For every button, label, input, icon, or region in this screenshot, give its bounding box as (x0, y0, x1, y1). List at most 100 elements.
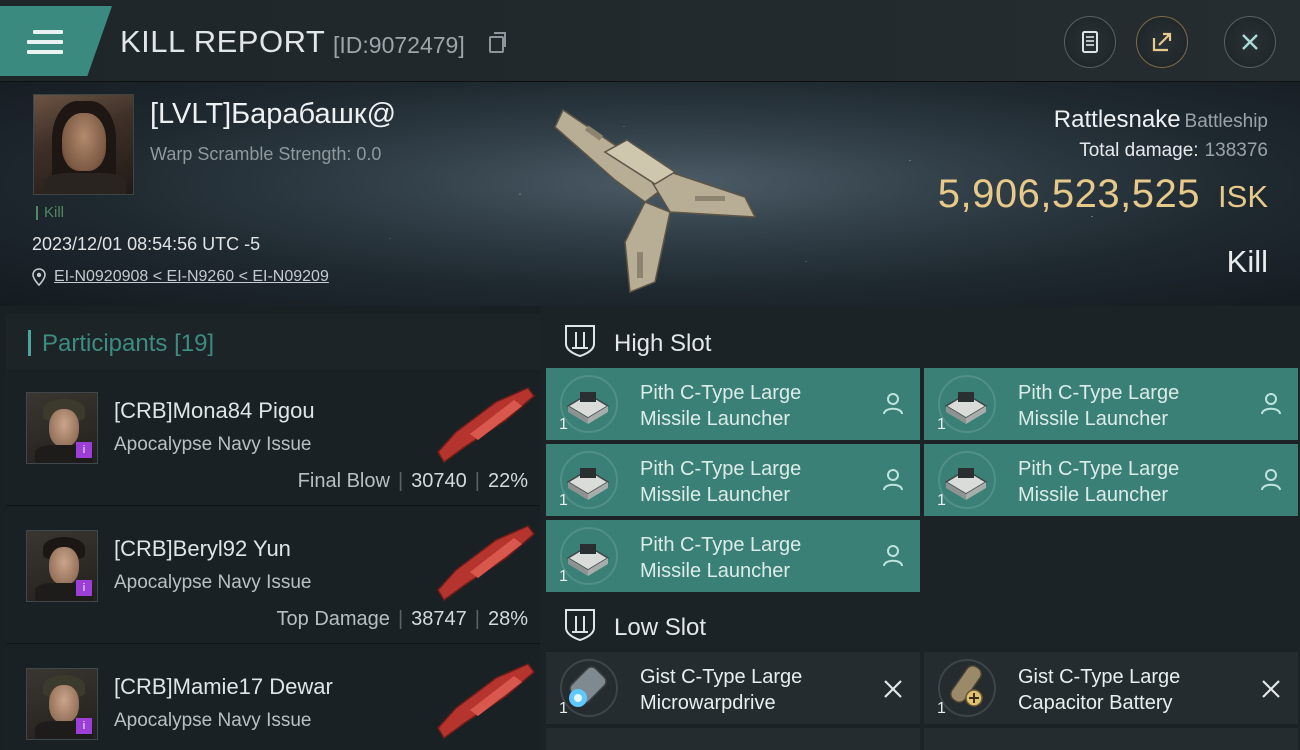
missile-launcher-icon (566, 392, 610, 424)
location-link[interactable]: EI-N0920908 < EI-N9260 < EI-N09209 (32, 268, 329, 286)
microwarpdrive-icon (569, 666, 607, 707)
copy-icon[interactable] (489, 32, 506, 53)
isk-currency: ISK (1218, 179, 1268, 214)
participant-card[interactable]: i [CRB]Mamie17 Dewar Apocalypse Navy Iss… (6, 648, 540, 750)
victim-name[interactable]: [LVLT]Барабашк@ (150, 98, 396, 131)
dropped-person-icon (883, 469, 903, 491)
victim-ship[interactable]: Rattlesnake Battleship (1054, 106, 1268, 134)
module-quantity: 1 (559, 700, 568, 717)
close-icon (1242, 34, 1258, 50)
participant-ship: Apocalypse Navy Issue (114, 572, 312, 593)
participants-label: Participants (42, 330, 168, 357)
participant-name: [CRB]Beryl92 Yun (114, 536, 291, 561)
warp-scramble-strength: Warp Scramble Strength: 0.0 (150, 144, 382, 164)
module-name: Gist C-Type Large Microwarpdrive (640, 666, 803, 714)
missile-launcher-icon (566, 468, 610, 500)
total-damage-value: 138376 (1204, 140, 1268, 161)
participants-header: Participants [19] (6, 314, 540, 370)
low-slot-header: Low Slot (546, 594, 1300, 652)
info-badge-icon: i (76, 580, 92, 596)
module-name: Pith C-Type Large Missile Launcher (640, 382, 802, 430)
module-slot[interactable]: 1 Pith C-Type Large Missile Launcher (924, 444, 1298, 516)
participant-percent: 28% (487, 608, 528, 630)
participant-card[interactable]: i [CRB]Beryl92 Yun Apocalypse Navy Issue… (6, 510, 540, 644)
victim-avatar[interactable] (33, 94, 134, 195)
document-button[interactable] (1064, 16, 1116, 68)
module-quantity: 1 (559, 416, 568, 433)
total-damage-label: Total damage: (1079, 140, 1199, 161)
missile-launcher-icon (944, 392, 988, 424)
module-quantity: 1 (937, 700, 946, 717)
module-quantity: 1 (937, 492, 946, 509)
low-slot-label: Low Slot (614, 614, 707, 641)
close-button[interactable] (1224, 16, 1276, 68)
isk-amount: 5,906,523,525 (937, 172, 1201, 216)
capacitor-battery-icon (949, 665, 983, 707)
slot-shield-icon (565, 325, 595, 358)
participants-count: [19] (174, 330, 215, 357)
info-badge-icon: i (76, 718, 92, 734)
report-id: [ID:9072479] (333, 32, 465, 58)
module-name: Gist C-Type Large Capacitor Battery (1018, 666, 1181, 714)
slot-shield-icon (565, 609, 595, 642)
dropped-person-icon (1261, 469, 1281, 491)
module-slot[interactable]: 1 Gist C-Type Large Microwarpdrive (546, 652, 920, 724)
participant-card[interactable]: i [CRB]Mona84 Pigou Apocalypse Navy Issu… (6, 372, 540, 506)
participant-percent: 22% (487, 470, 528, 492)
victim-summary: [LVLT]Барабашк@ Warp Scramble Strength: … (0, 82, 1300, 306)
participant-role: Final Blow (297, 470, 390, 492)
ship-name: Rattlesnake (1053, 106, 1181, 133)
participant-name: [CRB]Mona84 Pigou (114, 398, 315, 423)
module-slot[interactable]: 1 Pith C-Type Large Missile Launcher (546, 444, 920, 516)
ship-class: Battleship (1184, 111, 1268, 132)
dropped-person-icon (883, 393, 903, 415)
missile-launcher-icon (566, 544, 610, 576)
module-slot[interactable]: 1 Pith C-Type Large Missile Launcher (924, 368, 1298, 440)
info-badge-icon: i (76, 442, 92, 458)
high-slot-label: High Slot (614, 330, 712, 357)
participant-role: Top Damage (276, 608, 390, 630)
dropped-person-icon (883, 545, 903, 567)
share-button[interactable] (1136, 16, 1188, 68)
missile-launcher-icon (944, 468, 988, 500)
participant-ship-image (437, 387, 536, 464)
module-quantity: 1 (559, 568, 568, 585)
module-quantity: 1 (559, 492, 568, 509)
document-icon (1082, 31, 1098, 53)
isk-value: 5,906,523,525 ISK (938, 172, 1268, 217)
module-slot-partial[interactable] (546, 728, 920, 750)
module-name: Pith C-Type Large Missile Launcher (1018, 382, 1180, 430)
module-name: Pith C-Type Large Missile Launcher (1018, 458, 1180, 506)
fitting-panel: High Slot 1 Pith C-Type Large Missile Lau… (540, 306, 1300, 750)
participant-stats: Top Damage | 38747 | 28% (276, 608, 528, 630)
module-slot[interactable]: 1 Pith C-Type Large Missile Launcher (546, 520, 920, 592)
module-slot[interactable]: 1 Gist C-Type Large Capacitor Battery (924, 652, 1298, 724)
participant-name: [CRB]Mamie17 Dewar (114, 674, 333, 699)
module-quantity: 1 (937, 416, 946, 433)
participant-ship-image (437, 525, 536, 602)
header-bar: KILL REPORT [ID:9072479] (0, 0, 1300, 82)
destroyed-x-icon (1262, 680, 1280, 698)
module-slot[interactable]: 1 Pith C-Type Large Missile Launcher (546, 368, 920, 440)
participant-ship: Apocalypse Navy Issue (114, 710, 312, 731)
share-icon (1152, 32, 1172, 52)
location-text[interactable]: EI-N0920908 < EI-N9260 < EI-N09209 (54, 268, 329, 286)
total-damage: Total damage: 138376 (1079, 140, 1268, 162)
dropped-person-icon (1261, 393, 1281, 415)
result-label: Kill (1226, 244, 1268, 279)
participant-damage: 38747 (411, 608, 467, 630)
kill-datetime: 2023/12/01 08:54:56 UTC -5 (32, 234, 261, 254)
module-slot-partial[interactable] (924, 728, 1298, 750)
hamburger-icon (27, 30, 63, 54)
participants-panel: Participants [19] i [CRB]Mona84 Pigou Ap… (0, 306, 540, 750)
menu-button[interactable] (0, 6, 112, 76)
module-name: Pith C-Type Large Missile Launcher (640, 534, 802, 582)
high-slot-header: High Slot (546, 310, 1300, 368)
victim-ship-image (554, 108, 757, 294)
destroyed-x-icon (884, 680, 902, 698)
kill-tag: Kill (36, 205, 64, 220)
participant-stats: Final Blow | 30740 | 22% (297, 470, 528, 492)
location-pin-icon (32, 268, 46, 286)
participant-damage: 30740 (411, 470, 467, 492)
module-name: Pith C-Type Large Missile Launcher (640, 458, 802, 506)
